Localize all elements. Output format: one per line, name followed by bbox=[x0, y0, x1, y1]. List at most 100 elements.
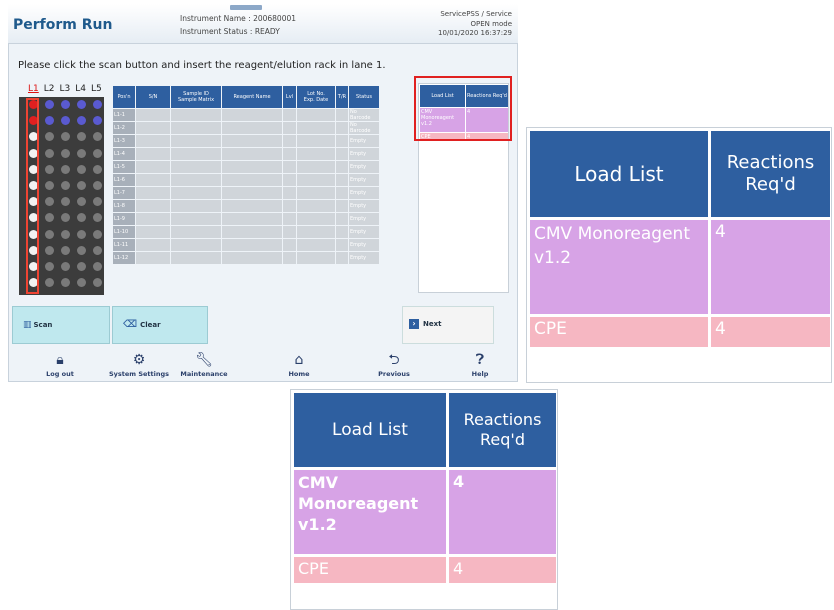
load-list-highlight-box bbox=[414, 76, 512, 141]
grid-cell-position: L1-11 bbox=[113, 239, 135, 251]
grid-row[interactable]: L1-3 Empty bbox=[113, 135, 379, 147]
grid-row[interactable]: L1-9 Empty bbox=[113, 213, 379, 225]
grid-cell-status: Empty bbox=[349, 200, 379, 212]
grid-cell-position: L1-8 bbox=[113, 200, 135, 212]
grid-row[interactable]: L1-6 Empty bbox=[113, 174, 379, 186]
next-button[interactable]: › Next bbox=[402, 306, 494, 344]
grid-cell bbox=[136, 187, 170, 199]
rack-well-dot bbox=[93, 213, 102, 223]
grid-cell bbox=[336, 135, 348, 147]
rack-well-dot bbox=[77, 262, 86, 271]
grid-cell bbox=[222, 213, 282, 225]
grid-row[interactable]: L1-2 No Barcode bbox=[113, 122, 379, 134]
grid-cell bbox=[136, 161, 170, 173]
grid-cell bbox=[297, 200, 335, 212]
grid-row[interactable]: L1-10 Empty bbox=[113, 226, 379, 238]
grid-cell bbox=[136, 200, 170, 212]
grid-cell-status: Empty bbox=[349, 187, 379, 199]
clear-button[interactable]: ⌫ Clear bbox=[112, 306, 208, 344]
rack-well-dot bbox=[93, 181, 102, 190]
rack-well-dot bbox=[45, 132, 54, 142]
zoom-item-reactions: 4 bbox=[711, 317, 830, 347]
clear-button-label: Clear bbox=[140, 321, 161, 329]
grid-cell bbox=[297, 109, 335, 121]
sample-grid: Pos'n S/N Sample ID Sample Matrix Reagen… bbox=[112, 85, 380, 265]
grid-cell-position: L1-12 bbox=[113, 252, 135, 264]
grid-cell bbox=[222, 239, 282, 251]
col-header-lot-no: Lot No. Exp. Date bbox=[297, 86, 335, 108]
zoom-load-list-row[interactable]: CPE 4 bbox=[530, 317, 830, 347]
nav-maintenance[interactable]: 🔧︎ Maintenance bbox=[164, 352, 244, 378]
nav-help[interactable]: ❓︎ Help bbox=[440, 352, 520, 378]
zoom-bold-load-list-row[interactable]: CPE 4 bbox=[294, 557, 556, 583]
grid-cell bbox=[297, 148, 335, 160]
datetime-label: 10/01/2020 16:37:29 bbox=[437, 29, 512, 37]
grid-row[interactable]: L1-11 Empty bbox=[113, 239, 379, 251]
rack-well-dot bbox=[61, 229, 70, 239]
nav-previous[interactable]: ⮌ Previous bbox=[354, 352, 434, 378]
clear-icon: ⌫ bbox=[123, 319, 138, 330]
rack-well-dot bbox=[45, 229, 54, 239]
grid-cell bbox=[171, 200, 221, 212]
grid-row[interactable]: L1-4 Empty bbox=[113, 148, 379, 160]
rack-well-dot bbox=[77, 164, 86, 174]
grid-cell-position: L1-3 bbox=[113, 135, 135, 147]
rack-well-dot bbox=[93, 229, 102, 239]
grid-row[interactable]: L1-12 Empty bbox=[113, 252, 379, 264]
rack-well-dot bbox=[61, 245, 70, 255]
grid-cell bbox=[297, 187, 335, 199]
lane-label-l2[interactable]: L2 bbox=[44, 84, 55, 94]
lane-label-l5[interactable]: L5 bbox=[91, 84, 102, 94]
lane-label-l3[interactable]: L3 bbox=[60, 84, 71, 94]
home-icon: ⌂ bbox=[294, 352, 304, 368]
grid-row[interactable]: L1-8 Empty bbox=[113, 200, 379, 212]
rack-well-dot bbox=[93, 116, 102, 126]
grid-cell bbox=[336, 174, 348, 186]
grid-cell bbox=[283, 135, 296, 147]
lane-1-selection-frame bbox=[26, 98, 39, 294]
nav-home[interactable]: ⌂ Home bbox=[259, 352, 339, 378]
grid-cell-status: Empty bbox=[349, 226, 379, 238]
grid-cell bbox=[171, 161, 221, 173]
nav-previous-label: Previous bbox=[378, 370, 410, 378]
grid-cell bbox=[171, 239, 221, 251]
instrument-info: Instrument Name : 200680001 Instrument S… bbox=[180, 12, 296, 38]
user-name: ServicePSS / Service bbox=[440, 10, 512, 18]
grid-cell bbox=[297, 161, 335, 173]
grid-cell-position: L1-9 bbox=[113, 213, 135, 225]
grid-cell-status: Empty bbox=[349, 148, 379, 160]
grid-cell bbox=[136, 252, 170, 264]
zoom-load-list-row[interactable]: CMV Monoreagent v1.2 4 bbox=[530, 220, 830, 314]
grid-cell-status: Empty bbox=[349, 252, 379, 264]
grid-cell-status: No Barcode bbox=[349, 109, 379, 121]
zoom-item-name: CMV Monoreagent v1.2 bbox=[530, 220, 708, 314]
nav-help-label: Help bbox=[471, 370, 489, 378]
grid-cell-position: L1-2 bbox=[113, 122, 135, 134]
user-info: ServicePSS / Service OPEN mode 10/01/202… bbox=[438, 10, 512, 39]
rack-well-dot bbox=[45, 148, 54, 158]
grid-row[interactable]: L1-7 Empty bbox=[113, 187, 379, 199]
grid-row[interactable]: L1-5 Empty bbox=[113, 161, 379, 173]
grid-cell-position: L1-5 bbox=[113, 161, 135, 173]
grid-cell bbox=[297, 122, 335, 134]
grid-row[interactable]: L1-1 No Barcode bbox=[113, 109, 379, 121]
rack-well-dot bbox=[77, 197, 86, 207]
rack-well-dot bbox=[45, 164, 54, 174]
grid-cell bbox=[171, 213, 221, 225]
rack-well-dot bbox=[93, 100, 102, 109]
scan-button[interactable]: ▥ Scan bbox=[12, 306, 110, 344]
grid-cell-status: Empty bbox=[349, 161, 379, 173]
zoom-bold-load-list-row[interactable]: CMV Monoreagent v1.2 4 bbox=[294, 470, 556, 554]
lane-label-l1[interactable]: L1 bbox=[28, 84, 39, 94]
wrench-icon: 🔧︎ bbox=[195, 352, 213, 368]
grid-cell bbox=[283, 200, 296, 212]
nav-log-out[interactable]: 🔒︎ Log out bbox=[20, 352, 100, 378]
grid-cell bbox=[136, 226, 170, 238]
grid-cell bbox=[297, 135, 335, 147]
lane-label-l4[interactable]: L4 bbox=[75, 84, 86, 94]
rack-well-dot bbox=[45, 116, 54, 126]
load-list-zoom-table: Load List Reactions Req'd CMV Monoreagen… bbox=[527, 128, 833, 350]
rack-well-dot bbox=[45, 197, 54, 207]
col-header-reagent-name: Reagent Name bbox=[222, 86, 282, 108]
grid-cell bbox=[222, 148, 282, 160]
